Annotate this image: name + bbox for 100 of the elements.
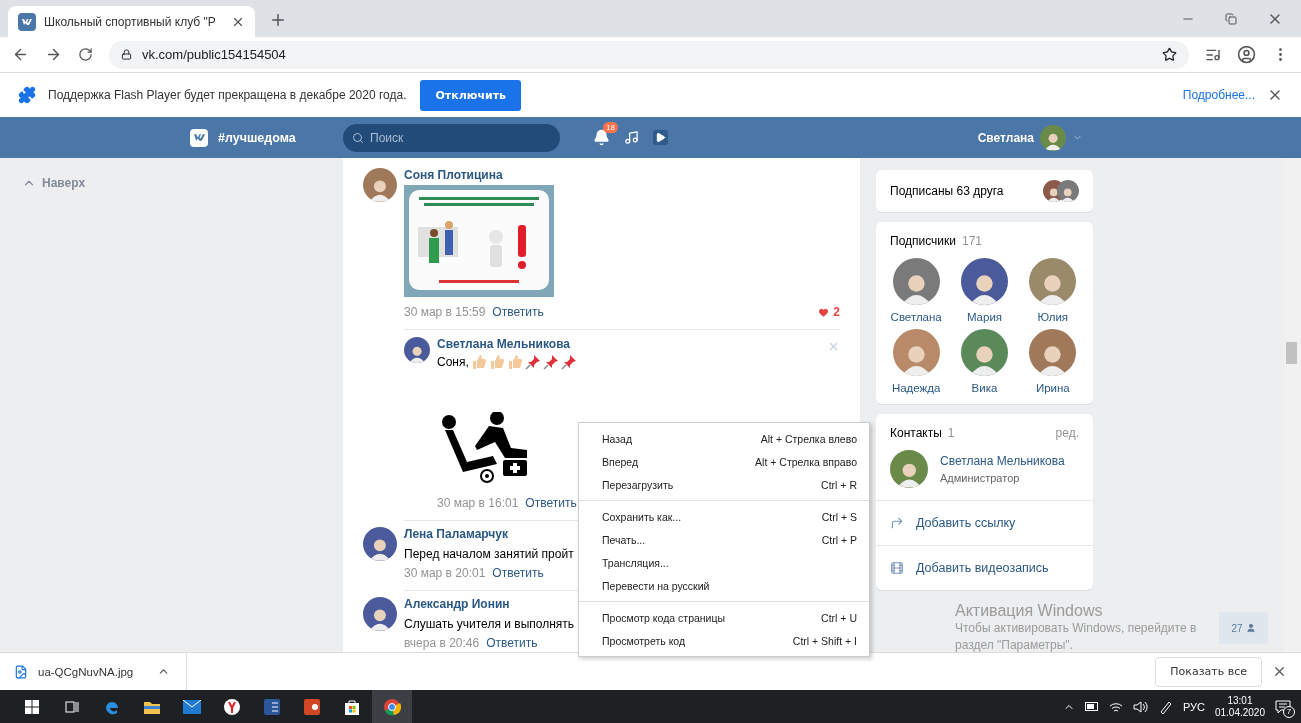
- user-name[interactable]: Светлана: [977, 130, 1034, 145]
- address-field[interactable]: vk.com/public154154504: [109, 40, 1189, 69]
- puzzle-icon: [18, 86, 36, 104]
- clock-date[interactable]: 01.04.2020: [1214, 706, 1265, 719]
- friends-count[interactable]: Подписаны 63 друга: [890, 184, 1004, 198]
- comment-date: 30 мар в 20:01: [404, 566, 486, 580]
- add-action[interactable]: Добавить ссылку: [876, 500, 1093, 545]
- like-button[interactable]: 2: [818, 305, 840, 319]
- menu-item[interactable]: Назад Alt + Стрелка влево: [579, 427, 869, 450]
- music-icon[interactable]: [624, 130, 639, 145]
- comment-date: вчера в 20:46: [404, 636, 480, 650]
- avatar[interactable]: [363, 168, 397, 202]
- avatar[interactable]: [1029, 258, 1077, 305]
- download-file[interactable]: ua-QCgNuvNA.jpg: [38, 665, 134, 678]
- menu-item[interactable]: Вперед Alt + Стрелка вправо: [579, 450, 869, 473]
- add-action[interactable]: Добавить видеозапись: [876, 545, 1093, 590]
- vk-logo-icon: [18, 12, 36, 31]
- heart-icon: [818, 306, 830, 318]
- thumbs-up-icon: [488, 354, 505, 370]
- bell-icon[interactable]: [593, 129, 610, 146]
- avatar[interactable]: [363, 597, 397, 631]
- reply-link[interactable]: Ответить: [492, 566, 544, 580]
- comment-text: Соня,: [437, 355, 469, 369]
- reply-link[interactable]: Ответить: [486, 636, 538, 650]
- avatar[interactable]: [892, 258, 940, 305]
- follower-name[interactable]: Надежда: [891, 382, 941, 394]
- pushpin-icon: [560, 354, 577, 370]
- account-icon[interactable]: [1237, 45, 1256, 64]
- avatar[interactable]: [363, 527, 397, 561]
- more-link[interactable]: Подробнее...: [1182, 88, 1255, 102]
- search-field[interactable]: Поиск: [343, 123, 560, 152]
- menu-item[interactable]: Сохранить как... Ctrl + S: [579, 505, 869, 528]
- speaker-icon[interactable]: [1132, 700, 1149, 713]
- disable-button[interactable]: Отключить: [420, 79, 521, 111]
- clock-time[interactable]: 13:01: [1227, 694, 1253, 707]
- contact-role: Администратор: [940, 472, 1021, 484]
- language-indicator[interactable]: РУС: [1182, 700, 1205, 713]
- pen-icon[interactable]: [1158, 699, 1173, 714]
- comment-text: Слушать учителя и выполнять: [404, 617, 575, 631]
- menu-item[interactable]: Перезагрузить Ctrl + R: [579, 473, 869, 496]
- logo-text[interactable]: #лучшедома: [218, 130, 296, 145]
- avatar[interactable]: [892, 329, 940, 376]
- comment-author[interactable]: Соня Плотицина: [404, 168, 840, 182]
- show-all-button[interactable]: Показать все: [1155, 656, 1262, 687]
- reply-link[interactable]: Ответить: [492, 305, 544, 319]
- pushpin-icon: [524, 354, 541, 370]
- lock-icon: [121, 49, 132, 60]
- video-play-icon[interactable]: [653, 130, 668, 145]
- follower-name[interactable]: Мария: [966, 311, 1003, 323]
- contact-name[interactable]: Светлана Мельникова: [940, 454, 1065, 468]
- follower-name[interactable]: Светлана: [890, 311, 942, 323]
- user-avatar[interactable]: [1040, 124, 1066, 151]
- avatar[interactable]: [890, 450, 928, 488]
- card-title[interactable]: Подписчики: [890, 234, 956, 248]
- avatar[interactable]: [1029, 329, 1077, 376]
- flash-message: Поддержка Flash Player будет прекращена в декабре 2020 года.: [48, 88, 407, 102]
- close-icon[interactable]: [1272, 664, 1287, 679]
- image-file-icon: [14, 664, 28, 679]
- activation-text: Чтобы активировать Windows, перейдите в раздел "Параметры".: [955, 620, 1198, 654]
- forward-icon[interactable]: [45, 46, 62, 63]
- vk-logo-icon[interactable]: [190, 128, 208, 147]
- follower-count: 171: [962, 234, 983, 248]
- comment-date: 30 мар в 15:59: [404, 305, 486, 319]
- wifi-icon[interactable]: [1108, 700, 1123, 713]
- battery-icon[interactable]: [1084, 702, 1099, 711]
- reload-icon[interactable]: [78, 47, 93, 62]
- activation-title: Активация Windows: [955, 602, 1104, 620]
- browser-tab[interactable]: Школьный спортивный клуб "Р: [8, 6, 255, 37]
- card-title[interactable]: Контакты: [890, 426, 942, 440]
- follower-name[interactable]: Юлия: [1037, 311, 1069, 323]
- follower-name[interactable]: Вика: [971, 382, 998, 394]
- chrome-icon[interactable]: [372, 690, 412, 723]
- reply-link[interactable]: Ответить: [525, 496, 577, 510]
- comment-author[interactable]: Светлана Мельникова: [437, 337, 840, 351]
- person-icon: [1245, 623, 1256, 633]
- avatar[interactable]: [961, 329, 1008, 376]
- avatar[interactable]: [961, 258, 1008, 305]
- online-friends-button[interactable]: 27: [1219, 612, 1268, 644]
- avatar[interactable]: [404, 337, 430, 363]
- comment-text: Перед началом занятий пройт: [404, 547, 574, 561]
- thumbs-up-icon: [506, 354, 523, 370]
- avatar[interactable]: [1057, 180, 1079, 202]
- pushpin-icon: [542, 354, 559, 370]
- menu-item[interactable]: Просмотреть код Ctrl + Shift + I: [579, 629, 869, 652]
- menu-item[interactable]: Трансляция...: [579, 551, 869, 574]
- restore-icon[interactable]: [1225, 12, 1237, 25]
- contacts-count: 1: [947, 426, 955, 440]
- search-icon: [352, 131, 364, 144]
- scrollbar[interactable]: [1284, 158, 1301, 652]
- follower-name[interactable]: Ирина: [1035, 382, 1070, 394]
- back-icon[interactable]: [12, 46, 29, 63]
- menu-item[interactable]: Печать... Ctrl + P: [579, 528, 869, 551]
- menu-item[interactable]: Просмотр кода страницы Ctrl + U: [579, 606, 869, 629]
- new-tab-icon[interactable]: [269, 11, 287, 29]
- comment-date: 30 мар в 16:01: [437, 496, 519, 510]
- thumbs-up-icon: [470, 354, 487, 370]
- star-icon: [1162, 47, 1177, 62]
- menu-item[interactable]: Перевести на русский: [579, 574, 869, 597]
- tab-title: Школьный спортивный клуб "Р: [44, 14, 217, 29]
- notification-badge: 18: [603, 122, 618, 133]
